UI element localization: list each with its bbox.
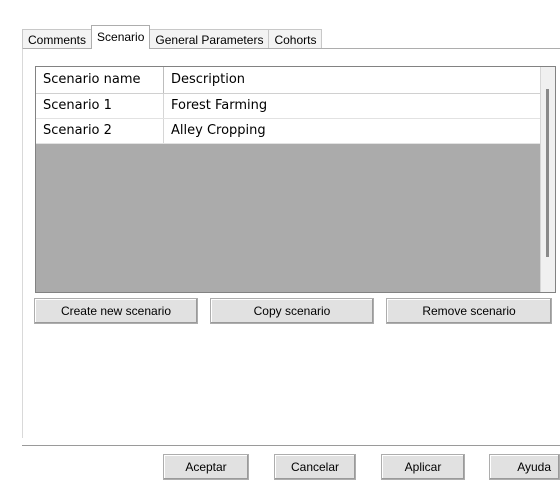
remove-scenario-button[interactable]: Remove scenario xyxy=(386,298,552,324)
cell-description[interactable]: Alley Cropping xyxy=(164,119,541,143)
scenario-grid[interactable]: Scenario name Description Scenario 1 For… xyxy=(35,66,556,293)
cancel-button[interactable]: Cancelar xyxy=(274,454,356,480)
copy-scenario-button[interactable]: Copy scenario xyxy=(210,298,374,324)
grid-header: Scenario name Description xyxy=(36,67,541,94)
column-header-scenario-name[interactable]: Scenario name xyxy=(36,67,164,93)
vertical-scrollbar[interactable] xyxy=(540,67,555,292)
cell-scenario-name[interactable]: Scenario 1 xyxy=(36,94,164,118)
cell-scenario-name[interactable]: Scenario 2 xyxy=(36,119,164,143)
table-row[interactable]: Scenario 2 Alley Cropping xyxy=(36,119,541,144)
column-header-description[interactable]: Description xyxy=(164,67,541,93)
footer-divider xyxy=(22,445,560,446)
scrollbar-thumb[interactable] xyxy=(546,89,549,257)
tab-comments[interactable]: Comments xyxy=(22,29,93,49)
tab-cohorts[interactable]: Cohorts xyxy=(268,29,323,49)
accept-button[interactable]: Aceptar xyxy=(163,454,249,480)
help-button[interactable]: Ayuda xyxy=(489,454,560,480)
tab-strip: Comments Scenario General Parameters Coh… xyxy=(22,25,323,49)
tab-scenario[interactable]: Scenario xyxy=(91,25,151,49)
table-row[interactable]: Scenario 1 Forest Farming xyxy=(36,94,541,119)
create-scenario-button[interactable]: Create new scenario xyxy=(34,298,198,324)
tab-general-parameters[interactable]: General Parameters xyxy=(149,29,270,49)
cell-description[interactable]: Forest Farming xyxy=(164,94,541,118)
apply-button[interactable]: Aplicar xyxy=(381,454,465,480)
